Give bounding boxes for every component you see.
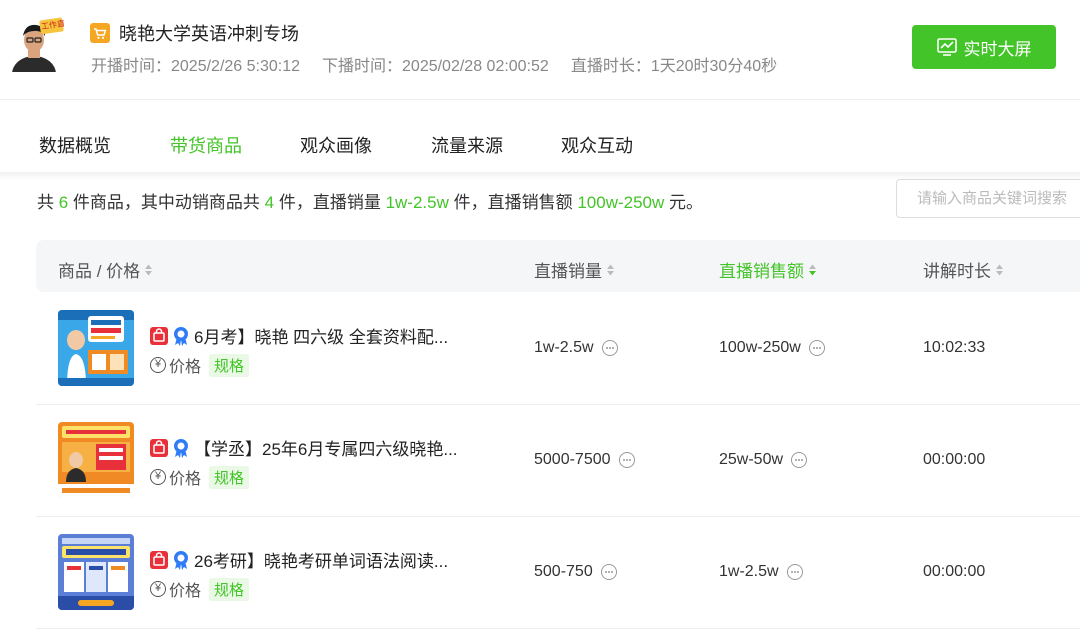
- start-time: 开播时间：2025/2/26 5:30:12: [91, 58, 301, 75]
- price-label: 价格: [169, 359, 202, 376]
- tab-products[interactable]: 带货商品: [170, 132, 242, 158]
- tab-audience-profile[interactable]: 观众画像: [300, 132, 372, 158]
- live-duration: 直播时长：1天20时30分40秒: [570, 58, 778, 75]
- award-ribbon-icon: [174, 550, 188, 570]
- product-thumbnail[interactable]: [58, 422, 134, 498]
- tab-overview[interactable]: 数据概览: [39, 132, 111, 158]
- spec-tag[interactable]: 规格: [209, 353, 250, 377]
- column-sales-volume[interactable]: 直播销量: [534, 257, 615, 282]
- more-info-icon[interactable]: [600, 564, 617, 580]
- product-thumbnail[interactable]: [58, 310, 134, 386]
- explain-duration-cell: 10:02:33: [923, 339, 985, 357]
- more-info-icon[interactable]: [618, 452, 635, 468]
- sort-icon: [145, 264, 153, 275]
- more-info-icon[interactable]: [786, 564, 803, 580]
- column-explain-duration[interactable]: 讲解时长: [923, 257, 1004, 282]
- summary-text: 元。: [664, 193, 704, 212]
- table-header: 商品 / 价格 直播销量 直播销售额 讲解时长: [36, 240, 1080, 292]
- sales-volume-cell: 5000-7500: [534, 451, 635, 469]
- sales-amount-cell: 25w-50w: [719, 451, 808, 469]
- shopping-bag-badge-icon: [150, 438, 168, 457]
- live-screen-button[interactable]: 实时大屏: [912, 25, 1056, 69]
- product-title-row: 26考研】晓艳考研单词语法阅读...: [150, 547, 448, 572]
- section-tabs: 数据概览 带货商品 观众画像 流量来源 观众互动: [0, 101, 1080, 175]
- tab-audience-interaction[interactable]: 观众互动: [561, 132, 633, 158]
- column-label: 讲解时长: [923, 262, 991, 281]
- sales-amount-cell: 100w-250w: [719, 339, 825, 357]
- products-summary: 共 6 件商品，其中动销商品共 4 件，直播销量 1w-2.5w 件，直播销售额…: [37, 188, 703, 213]
- summary-text: 共: [37, 193, 59, 212]
- session-title: 晓艳大学英语冲刺专场: [119, 24, 299, 44]
- sales-volume-cell: 500-750: [534, 563, 617, 581]
- shopping-cart-icon: [90, 23, 110, 43]
- spec-tag[interactable]: 规格: [209, 465, 250, 489]
- column-label: 商品 / 价格: [58, 262, 141, 281]
- product-title[interactable]: 6月考】晓艳 四六级 全套资料配...: [194, 323, 448, 348]
- end-time: 下播时间：2025/02/28 02:00:52: [322, 58, 549, 75]
- more-info-icon[interactable]: [808, 340, 825, 356]
- sales-volume-value: 1w-2.5w: [534, 339, 594, 356]
- total-sales-amount: 100w-250w: [577, 193, 665, 212]
- more-info-icon[interactable]: [601, 340, 618, 356]
- price-label: 价格: [169, 583, 202, 600]
- column-label: 直播销售额: [719, 262, 804, 281]
- product-title-row: 6月考】晓艳 四六级 全套资料配...: [150, 323, 448, 348]
- sales-amount-cell: 1w-2.5w: [719, 563, 803, 581]
- tab-traffic-source[interactable]: 流量来源: [431, 132, 503, 158]
- total-sales-volume: 1w-2.5w: [385, 193, 449, 212]
- total-products-count: 6: [58, 193, 69, 212]
- session-header: 工作直播 晓艳大学英语冲刺专场 开播时间：2025/2/26 5:30:12 下播…: [0, 0, 1080, 100]
- monitor-chart-icon: [936, 38, 957, 56]
- table-row[interactable]: 【学丞】25年6月专属四六级晓艳... ¥ 价格 规格 5000-7500 25…: [36, 405, 1080, 517]
- streamer-avatar: 工作直播: [8, 16, 64, 72]
- table-row[interactable]: 26考研】晓艳考研单词语法阅读... ¥ 价格 规格 500-750 1w-2.…: [36, 517, 1080, 629]
- shopping-bag-badge-icon: [150, 550, 168, 569]
- explain-duration-value: 00:00:00: [923, 451, 986, 468]
- explain-duration-value: 00:00:00: [923, 563, 986, 580]
- product-title-row: 【学丞】25年6月专属四六级晓艳...: [150, 435, 458, 460]
- session-meta: 开播时间：2025/2/26 5:30:12 下播时间：2025/02/28 02…: [91, 52, 777, 76]
- yuan-icon: ¥: [150, 581, 166, 597]
- spec-tag[interactable]: 规格: [209, 577, 250, 601]
- yuan-icon: ¥: [150, 469, 166, 485]
- active-products-count: 4: [264, 193, 275, 212]
- explain-duration-value: 10:02:33: [923, 339, 986, 356]
- sales-volume-value: 500-750: [534, 563, 593, 580]
- price-row: ¥ 价格 规格: [150, 353, 250, 377]
- column-sales-amount[interactable]: 直播销售额: [719, 257, 817, 282]
- award-ribbon-icon: [174, 438, 188, 458]
- summary-text: 件商品，其中动销商品共: [68, 193, 265, 212]
- sales-amount-value: 100w-250w: [719, 339, 801, 356]
- sales-volume-cell: 1w-2.5w: [534, 339, 618, 357]
- sales-amount-value: 1w-2.5w: [719, 563, 779, 580]
- price-label: 价格: [169, 471, 202, 488]
- sort-icon: [996, 264, 1003, 275]
- sales-volume-value: 5000-7500: [534, 451, 611, 468]
- price-row: ¥ 价格 规格: [150, 577, 250, 601]
- product-title[interactable]: 【学丞】25年6月专属四六级晓艳...: [194, 435, 458, 460]
- table-row[interactable]: 6月考】晓艳 四六级 全套资料配... ¥ 价格 规格 1w-2.5w 100w…: [36, 293, 1080, 405]
- yuan-icon: ¥: [150, 357, 166, 373]
- product-thumbnail[interactable]: [58, 534, 134, 610]
- product-title[interactable]: 26考研】晓艳考研单词语法阅读...: [194, 547, 448, 572]
- more-info-icon[interactable]: [791, 452, 808, 468]
- price-row: ¥ 价格 规格: [150, 465, 250, 489]
- explain-duration-cell: 00:00:00: [923, 451, 985, 469]
- summary-text: 件，直播销售额: [448, 193, 578, 212]
- sort-desc-icon: [809, 264, 816, 275]
- summary-text: 件，直播销量: [274, 193, 386, 212]
- product-search-input[interactable]: [896, 179, 1080, 218]
- award-ribbon-icon: [174, 326, 188, 346]
- live-screen-label: 实时大屏: [963, 39, 1032, 59]
- live-session-page: 工作直播 晓艳大学英语冲刺专场 开播时间：2025/2/26 5:30:12 下播…: [0, 0, 1080, 638]
- sales-amount-value: 25w-50w: [719, 451, 784, 468]
- shopping-bag-badge-icon: [150, 326, 168, 345]
- column-label: 直播销量: [534, 262, 602, 281]
- session-title-row: 晓艳大学英语冲刺专场: [90, 20, 299, 46]
- explain-duration-cell: 00:00:00: [923, 563, 985, 581]
- column-product-price[interactable]: 商品 / 价格: [58, 257, 153, 282]
- sort-icon: [607, 264, 614, 275]
